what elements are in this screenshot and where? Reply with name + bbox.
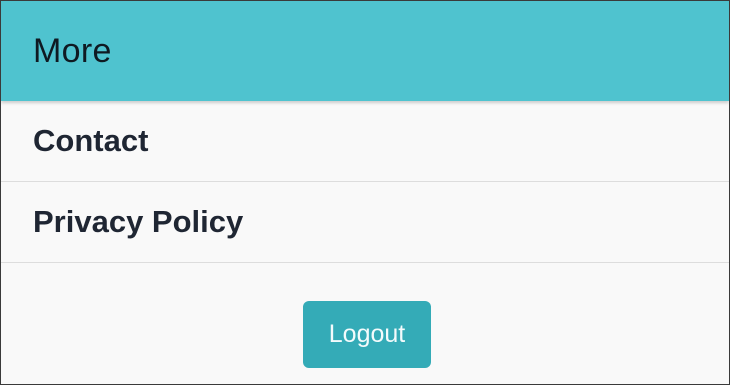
page-title: More (33, 31, 112, 70)
menu-item-label: Contact (33, 123, 149, 158)
logout-button[interactable]: Logout (303, 301, 431, 368)
menu-item-label: Privacy Policy (33, 204, 244, 239)
app-header: More (1, 1, 729, 101)
more-menu-list: Contact Privacy Policy (1, 101, 729, 263)
footer-area: Logout (1, 263, 729, 381)
more-screen: More Contact Privacy Policy Logout (0, 0, 730, 385)
menu-item-contact[interactable]: Contact (1, 101, 729, 182)
menu-item-privacy-policy[interactable]: Privacy Policy (1, 182, 729, 263)
